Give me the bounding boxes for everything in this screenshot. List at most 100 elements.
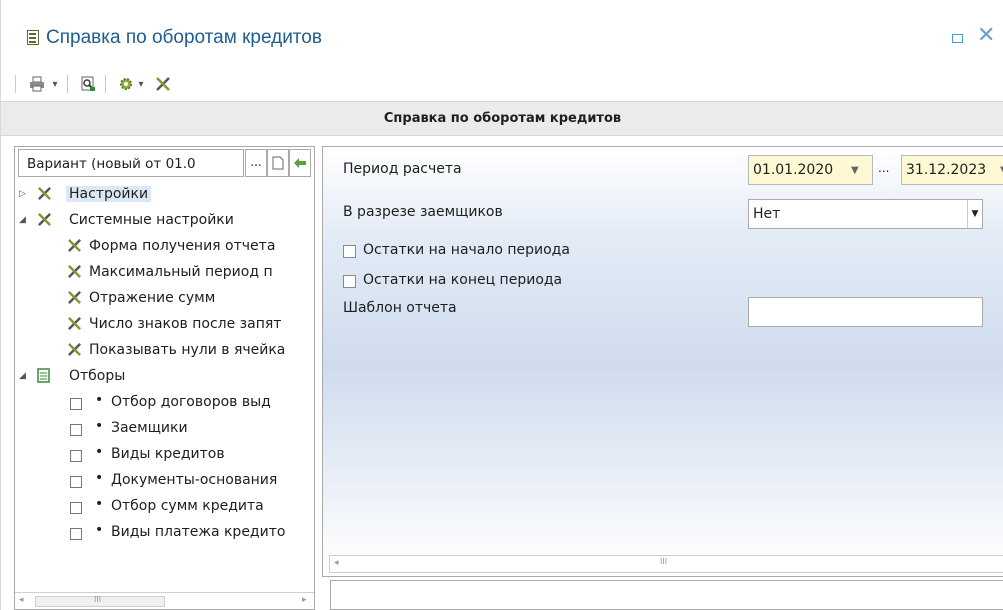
tree-item[interactable]: • Отбор сумм кредита [15, 495, 314, 521]
print-dropdown-icon[interactable]: ▾ [50, 74, 60, 94]
restore-icon[interactable] [952, 34, 963, 43]
tools-icon [37, 212, 52, 231]
scroll-left-icon[interactable]: ◂ [19, 595, 24, 605]
report-icon [27, 30, 39, 45]
back-arrow-icon[interactable] [289, 149, 311, 177]
bullet-icon: • [95, 444, 104, 460]
tools-icon[interactable] [154, 74, 172, 94]
title-bar: Справка по оборотам кредитов ✕ [1, 0, 1003, 70]
window-title: Справка по оборотам кредитов [46, 27, 322, 48]
horizontal-scrollbar[interactable]: ◂ III ▸ [15, 592, 314, 609]
report-banner: Справка по оборотам кредитов [1, 101, 1003, 136]
scrollbar-thumb[interactable]: III [35, 595, 165, 607]
filter-icon [37, 368, 50, 387]
tree-item[interactable]: Число знаков после запят [15, 313, 314, 339]
date-from-value: 01.01.2020 [753, 162, 834, 178]
tree-item-checkbox[interactable] [70, 502, 82, 514]
tree-item[interactable]: ◢ Системные настройки [15, 209, 314, 235]
scroll-right-icon[interactable]: ▸ [302, 595, 307, 605]
tree-item-checkbox[interactable] [70, 476, 82, 488]
period-label: Период расчета [343, 161, 462, 177]
tree-item[interactable]: • Виды платежа кредито [15, 521, 314, 547]
tree-item[interactable]: Отражение сумм [15, 287, 314, 313]
date-from-field[interactable]: 01.01.2020 ▼ [748, 155, 873, 185]
settings-dropdown-icon[interactable]: ▾ [136, 74, 146, 94]
tools-icon [67, 238, 82, 257]
tree-item[interactable]: • Документы-основания [15, 469, 314, 495]
date-to-value: 31.12.2023 [906, 162, 987, 178]
tree-item-checkbox[interactable] [70, 424, 82, 436]
tree-item-label: Число знаков после запят [89, 316, 282, 332]
tree-item[interactable]: • Отбор договоров выд [15, 391, 314, 417]
tree-item[interactable]: • Виды кредитов [15, 443, 314, 469]
toolbar-separator [67, 75, 68, 93]
scroll-left-icon[interactable]: ◂ [334, 558, 339, 568]
parameters-panel: Период расчета 01.01.2020 ▼ ... 31.12.20… [322, 146, 1003, 577]
template-label: Шаблон отчета [343, 300, 457, 316]
tree-item-label: Системные настройки [69, 212, 234, 228]
closing-balance-checkbox[interactable] [343, 275, 356, 288]
variant-field[interactable]: Вариант (новый от 01.0 [18, 149, 244, 177]
tree-item-label: Показывать нули в ячейка [89, 342, 286, 358]
chevron-down-icon[interactable]: ▼ [967, 200, 982, 228]
tree-item-label: Отражение сумм [89, 290, 216, 306]
tree-item-label: Настройки [66, 186, 152, 202]
closing-balance-label: Остатки на конец периода [363, 272, 563, 288]
template-field[interactable] [748, 297, 983, 327]
expander-icon[interactable]: ◢ [19, 215, 26, 225]
bullet-icon: • [95, 470, 104, 486]
tree-item-label: Документы-основания [111, 472, 278, 488]
result-panel [330, 580, 1003, 610]
close-icon[interactable]: ✕ [977, 25, 995, 47]
expander-icon[interactable]: ▷ [19, 189, 26, 199]
bullet-icon: • [95, 522, 104, 538]
tree-item[interactable]: ▷ Настройки [15, 183, 314, 209]
chevron-down-icon[interactable]: ▼ [851, 165, 859, 176]
scroll-grip: III [660, 557, 668, 566]
borrowers-value: Нет [753, 206, 781, 222]
tree-item-label: Виды платежа кредито [111, 524, 286, 540]
date-to-field[interactable]: 31.12.2023 ▼ [901, 155, 1003, 185]
tree-item-label: Форма получения отчета [89, 238, 276, 254]
tree-item-checkbox[interactable] [70, 450, 82, 462]
tools-icon [37, 186, 52, 205]
new-document-icon[interactable] [267, 149, 289, 177]
tree-item-label: Отборы [69, 368, 126, 384]
tree-item[interactable]: Максимальный период п [15, 261, 314, 287]
settings-panel: Вариант (новый от 01.0 ... ▷ Настройки ◢ Си… [14, 146, 315, 610]
borrowers-label: В разрезе заемщиков [343, 204, 503, 220]
print-preview-icon[interactable] [79, 74, 97, 94]
tree-item[interactable]: • Заемщики [15, 417, 314, 443]
variant-select-button[interactable]: ... [245, 149, 267, 177]
tree-item-label: Отбор сумм кредита [111, 498, 264, 514]
tree-item-checkbox[interactable] [70, 528, 82, 540]
tree-item-checkbox[interactable] [70, 398, 82, 410]
bullet-icon: • [95, 392, 104, 408]
borrowers-select[interactable]: Нет ▼ [748, 199, 983, 229]
tree-item[interactable]: Форма получения отчета [15, 235, 314, 261]
tools-icon [67, 264, 82, 283]
tools-icon [67, 342, 82, 361]
bullet-icon: • [95, 496, 104, 512]
opening-balance-label: Остатки на начало периода [363, 242, 570, 258]
printer-icon[interactable] [28, 74, 46, 94]
tree-item-label: Заемщики [111, 420, 188, 436]
toolbar [1, 72, 1003, 100]
tree-item-label: Виды кредитов [111, 446, 225, 462]
scroll-grip: III [94, 595, 102, 604]
toolbar-separator [105, 75, 106, 93]
tree-item-label: Максимальный период п [89, 264, 273, 280]
tools-icon [67, 290, 82, 309]
gear-icon[interactable] [117, 74, 135, 94]
opening-balance-checkbox[interactable] [343, 245, 356, 258]
horizontal-scrollbar[interactable]: ◂ III [329, 555, 1003, 573]
tree-item[interactable]: ◢ Отборы [15, 365, 314, 391]
tree-item-label: Отбор договоров выд [111, 394, 271, 410]
toolbar-separator [15, 75, 16, 93]
bullet-icon: • [95, 418, 104, 434]
tools-icon [67, 316, 82, 335]
expander-icon[interactable]: ◢ [19, 371, 26, 381]
date-range-separator: ... [878, 161, 890, 175]
report-window: Справка по оборотам кредитов ✕ ▾ ▾ Справ… [0, 0, 1003, 610]
tree-item[interactable]: Показывать нули в ячейка [15, 339, 314, 365]
